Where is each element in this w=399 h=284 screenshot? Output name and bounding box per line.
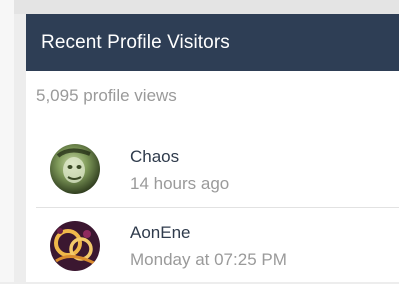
visitor-name-link[interactable]: Chaos	[130, 147, 179, 167]
visitor-list-item[interactable]: AonEne Monday at 07:25 PM	[36, 207, 399, 284]
visitor-name-link[interactable]: AonEne	[130, 223, 191, 243]
user-avatar-chaos-icon	[50, 144, 100, 194]
page-left-gutter	[0, 0, 14, 282]
widget-title: Recent Profile Visitors	[41, 31, 230, 53]
visitor-time: 14 hours ago	[130, 174, 230, 193]
visitor-list-item[interactable]: Chaos 14 hours ago	[36, 130, 399, 206]
profile-views-count: 5,095 profile views	[36, 86, 177, 105]
user-avatar-aonene-icon	[50, 221, 100, 271]
visitor-time: Monday at 07:25 PM	[130, 250, 287, 269]
avatar[interactable]	[50, 144, 100, 194]
avatar[interactable]	[50, 221, 100, 271]
widget-header: Recent Profile Visitors	[26, 14, 399, 71]
page-top-gutter	[14, 0, 399, 14]
recent-profile-visitors-widget: Recent Profile Visitors 5,095 profile vi…	[26, 14, 399, 282]
